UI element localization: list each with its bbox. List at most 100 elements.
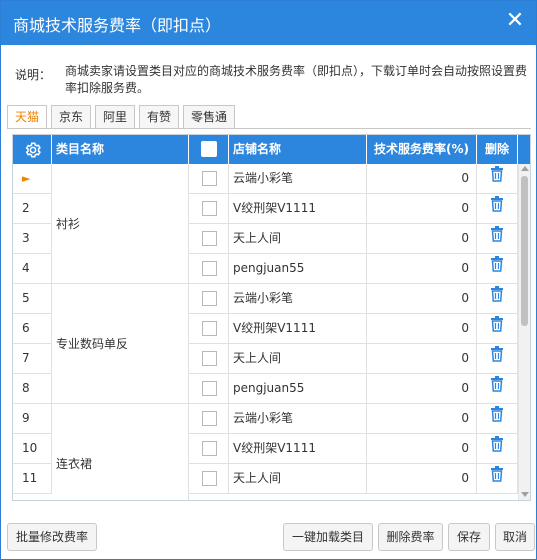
rate-value[interactable]: 0 [367,404,477,434]
table-row[interactable]: 4 pengjuan55 0 [13,254,518,284]
shop-name[interactable]: 云端小彩笔 [229,284,367,314]
delete-rate-button[interactable]: 删除费率 [378,523,443,551]
table-row[interactable]: 9 云端小彩笔 0 [13,404,518,434]
shop-name[interactable]: V绞刑架V1111 [229,434,367,464]
trash-icon[interactable] [490,164,504,193]
shop-name[interactable]: 云端小彩笔 [229,404,367,434]
delete-cell[interactable] [477,224,518,254]
row-checkbox[interactable] [202,231,217,246]
table-row[interactable]: ► 云端小彩笔 0 [13,164,518,194]
rate-value[interactable]: 0 [367,254,477,284]
table-row[interactable]: 10 V绞刑架V1111 0 [13,434,518,464]
delete-cell[interactable] [477,164,518,194]
row-checkbox-cell[interactable] [189,194,229,224]
title-bar[interactable]: 商城技术服务费率（即扣点） ✕ [1,1,536,45]
row-checkbox[interactable] [202,321,217,336]
row-checkbox-cell[interactable] [189,344,229,374]
shop-name[interactable]: pengjuan55 [229,254,367,284]
delete-cell[interactable] [477,284,518,314]
column-settings[interactable] [13,135,52,164]
trash-icon[interactable] [490,284,504,313]
header-rate[interactable]: 技术服务费率(%) [367,135,477,164]
scroll-down-icon[interactable] [521,492,529,497]
trash-icon[interactable] [490,464,504,493]
table-row[interactable]: 7 天上人间 0 [13,344,518,374]
tab-ali[interactable]: 阿里 [95,105,135,129]
row-checkbox[interactable] [202,441,217,456]
close-icon[interactable]: ✕ [504,10,526,34]
rate-value[interactable]: 0 [367,164,477,194]
row-checkbox-cell[interactable] [189,224,229,254]
rate-value[interactable]: 0 [367,434,477,464]
shop-name[interactable]: V绞刑架V1111 [229,194,367,224]
delete-cell[interactable] [477,464,518,494]
tab-youzan[interactable]: 有赞 [139,105,179,129]
row-checkbox[interactable] [202,471,217,486]
select-all-checkbox[interactable] [201,141,217,157]
shop-name[interactable]: 云端小彩笔 [229,164,367,194]
header-select-all[interactable] [189,135,229,164]
rate-value[interactable]: 0 [367,344,477,374]
delete-cell[interactable] [477,374,518,404]
row-checkbox-cell[interactable] [189,404,229,434]
table-row[interactable]: 5 云端小彩笔 0 [13,284,518,314]
delete-cell[interactable] [477,434,518,464]
row-checkbox[interactable] [202,411,217,426]
delete-cell[interactable] [477,314,518,344]
rate-value[interactable]: 0 [367,284,477,314]
trash-icon[interactable] [490,374,504,403]
row-checkbox-cell[interactable] [189,254,229,284]
rate-value[interactable]: 0 [367,464,477,494]
table-row[interactable]: 6 V绞刑架V1111 0 [13,314,518,344]
row-checkbox[interactable] [202,171,217,186]
row-checkbox[interactable] [202,351,217,366]
rate-value[interactable]: 0 [367,224,477,254]
trash-icon[interactable] [490,194,504,223]
rate-value[interactable]: 0 [367,374,477,404]
row-checkbox[interactable] [202,381,217,396]
rate-value[interactable]: 0 [367,314,477,344]
table-row[interactable]: 8 pengjuan55 0 [13,374,518,404]
tab-jd[interactable]: 京东 [51,105,91,129]
row-checkbox-cell[interactable] [189,464,229,494]
shop-name[interactable]: 天上人间 [229,464,367,494]
scroll-thumb[interactable] [521,176,528,326]
trash-icon[interactable] [490,314,504,343]
row-checkbox-cell[interactable] [189,314,229,344]
trash-icon[interactable] [490,434,504,463]
shop-name[interactable]: 天上人间 [229,344,367,374]
scroll-up-icon[interactable] [521,166,529,171]
delete-cell[interactable] [477,254,518,284]
tab-lingshoutong[interactable]: 零售通 [183,105,235,129]
trash-icon[interactable] [490,254,504,283]
trash-icon[interactable] [490,344,504,373]
row-checkbox-cell[interactable] [189,434,229,464]
delete-cell[interactable] [477,194,518,224]
table-row[interactable]: 2 V绞刑架V1111 0 [13,194,518,224]
row-checkbox-cell[interactable] [189,284,229,314]
cancel-button[interactable]: 取消 [495,523,535,551]
tab-tmall[interactable]: 天猫 [7,105,47,129]
shop-name[interactable]: V绞刑架V1111 [229,314,367,344]
trash-icon[interactable] [490,404,504,433]
grid-scrollbar[interactable] [518,164,530,500]
header-category[interactable]: 类目名称 [52,135,189,164]
rate-value[interactable]: 0 [367,194,477,224]
row-checkbox-cell[interactable] [189,164,229,194]
shop-name[interactable]: pengjuan55 [229,374,367,404]
save-button[interactable]: 保存 [448,523,490,551]
row-checkbox-cell[interactable] [189,374,229,404]
delete-cell[interactable] [477,404,518,434]
batch-edit-button[interactable]: 批量修改费率 [7,523,97,551]
shop-name[interactable]: 天上人间 [229,224,367,254]
gear-icon[interactable] [24,141,42,159]
row-checkbox[interactable] [202,261,217,276]
header-shop[interactable]: 店铺名称 [229,135,367,164]
table-row[interactable]: 3 天上人间 0 [13,224,518,254]
row-checkbox[interactable] [202,201,217,216]
delete-cell[interactable] [477,344,518,374]
trash-icon[interactable] [490,224,504,253]
row-checkbox[interactable] [202,291,217,306]
load-categories-button[interactable]: 一键加载类目 [283,523,373,551]
table-row[interactable]: 11 天上人间 0 [13,464,518,494]
